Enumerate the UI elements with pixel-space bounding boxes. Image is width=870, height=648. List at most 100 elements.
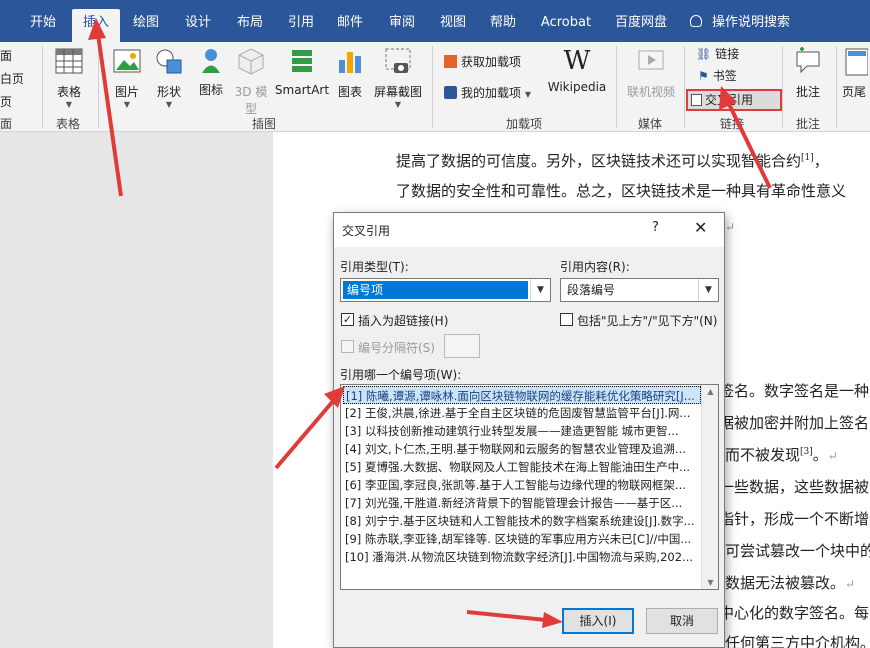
screenshot-button[interactable]: 屏幕截图 ▼ bbox=[372, 46, 424, 109]
tab-references[interactable]: 引用 bbox=[279, 9, 323, 42]
hyperlink-checkbox[interactable]: ✓ bbox=[341, 313, 354, 326]
bar-chart-icon bbox=[339, 52, 361, 73]
chart-button[interactable]: 图表 bbox=[332, 46, 368, 100]
search-label: 操作说明搜索 bbox=[712, 15, 791, 30]
tell-me-search[interactable]: 操作说明搜索 bbox=[690, 9, 790, 37]
header-button[interactable]: 页尾 bbox=[842, 46, 870, 100]
dialog-title: 交叉引用 bbox=[342, 224, 391, 238]
doc-line: 签名。数字签名是一种 bbox=[719, 382, 870, 400]
cross-reference-label: 交叉引用 bbox=[705, 93, 754, 107]
list-item[interactable]: [10] 潘海洪.从物流区块链到物流数字经济[J].中国物流与采购,202... bbox=[343, 548, 701, 566]
tab-view[interactable]: 视图 bbox=[431, 9, 475, 42]
group-label-comments: 批注 bbox=[796, 117, 821, 131]
picture-button[interactable]: 图片 ▼ bbox=[106, 46, 148, 109]
my-addins-button[interactable]: 我的加载项 ▼ bbox=[444, 84, 531, 101]
group-label-links: 链接 bbox=[720, 117, 745, 131]
icons-button[interactable]: 图标 bbox=[194, 46, 228, 97]
link-button[interactable]: ⛓ 链接 bbox=[696, 45, 739, 62]
3d-model-button[interactable]: 3D 模型 bbox=[232, 46, 270, 117]
lightbulb-icon bbox=[690, 15, 702, 27]
list-item[interactable]: [5] 夏博强.大数据、物联网及人工智能技术在海上智能油田生产中... bbox=[343, 458, 701, 476]
dialog-title-bar[interactable]: 交叉引用 ? ✕ bbox=[334, 213, 724, 247]
tab-baidu-netdisk[interactable]: 百度网盘 bbox=[609, 9, 673, 42]
link-label: 链接 bbox=[715, 47, 740, 61]
wikipedia-button[interactable]: W Wikipedia bbox=[546, 46, 608, 94]
comment-label: 批注 bbox=[795, 85, 820, 99]
bookmark-label: 书签 bbox=[712, 69, 737, 83]
get-addins-button[interactable]: 获取加载项 bbox=[444, 53, 521, 70]
header-icon bbox=[845, 48, 869, 76]
list-item[interactable]: [7] 刘光强,干胜道.新经济背景下的智能管理会计报告——基于区... bbox=[343, 494, 701, 512]
scroll-up-icon[interactable]: ▲ bbox=[702, 387, 718, 396]
help-button[interactable]: ? bbox=[652, 220, 659, 235]
tab-draw[interactable]: 绘图 bbox=[124, 9, 168, 42]
list-item[interactable]: [2] 王俊,洪晨,徐进.基于全自主区块链的危固废智慧监管平台[J].网... bbox=[343, 404, 701, 422]
close-icon[interactable]: ✕ bbox=[694, 218, 707, 237]
store-icon bbox=[444, 55, 457, 68]
separator-input[interactable] bbox=[444, 334, 480, 358]
which-item-label: 引用哪一个编号项(W): bbox=[340, 368, 462, 382]
cross-reference-icon bbox=[691, 94, 702, 106]
screenshot-label: 屏幕截图 bbox=[373, 85, 422, 99]
left-fragment[interactable]: 页 bbox=[0, 93, 12, 110]
divider bbox=[98, 46, 99, 128]
shapes-button[interactable]: 形状 ▼ bbox=[150, 46, 188, 109]
reference-content-label: 引用内容(R): bbox=[560, 260, 630, 274]
icons-icon bbox=[202, 49, 220, 73]
doc-line: 数据无法被篡改。↵ bbox=[725, 574, 856, 592]
insert-button[interactable]: 插入(I) bbox=[562, 608, 634, 634]
shapes-label: 形状 bbox=[156, 85, 181, 99]
cancel-button[interactable]: 取消 bbox=[646, 608, 718, 634]
scroll-down-icon[interactable]: ▼ bbox=[702, 578, 718, 587]
smartart-icon bbox=[292, 50, 312, 72]
shapes-icon bbox=[156, 49, 182, 74]
numbered-items-list[interactable]: [1] 陈曦,谭源,谭咏林.面向区块链物联网的缓存能耗优化策略研究[J... [… bbox=[340, 384, 719, 590]
chevron-down-icon: ▼ bbox=[698, 279, 718, 301]
chevron-down-icon: ▼ bbox=[394, 100, 402, 109]
reference-type-select[interactable]: 编号项 ▼ bbox=[340, 278, 551, 302]
link-icon: ⛓ bbox=[696, 47, 712, 61]
list-item[interactable]: [3] 以科技创新推动建筑行业转型发展——建造更智能 城市更智... bbox=[343, 422, 701, 440]
group-label-pages: 面 bbox=[0, 117, 13, 131]
list-scrollbar[interactable]: ▲ ▼ bbox=[701, 385, 718, 589]
chevron-down-icon: ▼ bbox=[530, 279, 550, 301]
hyperlink-label: 插入为超链接(H) bbox=[358, 314, 449, 328]
list-item[interactable]: [1] 陈曦,谭源,谭咏林.面向区块链物联网的缓存能耗优化策略研究[J... bbox=[343, 386, 701, 404]
my-addins-label: 我的加载项 bbox=[461, 86, 522, 100]
list-item[interactable]: [9] 陈赤联,李亚锋,胡军锋等. 区块链的军事应用方兴未已[C]//中国... bbox=[343, 530, 701, 548]
doc-line: 提高了数据的可信度。另外，区块链技术还可以实现智能合约[1]， bbox=[396, 152, 829, 170]
table-label: 表格 bbox=[56, 85, 81, 99]
online-video-button[interactable]: 联机视频 bbox=[624, 46, 678, 100]
chart-label: 图表 bbox=[337, 85, 362, 99]
tab-mailings[interactable]: 邮件 bbox=[328, 9, 372, 42]
list-item[interactable]: [8] 刘宁宁.基于区块链和人工智能技术的数字档案系统建设[J].数字... bbox=[343, 512, 701, 530]
left-fragment[interactable]: 白页 bbox=[0, 70, 24, 87]
doc-line: 一些数据，这些数据被 bbox=[719, 478, 870, 496]
video-icon bbox=[638, 50, 664, 70]
tab-acrobat[interactable]: Acrobat bbox=[535, 9, 597, 42]
smartart-button[interactable]: SmartArt bbox=[274, 46, 330, 97]
list-item[interactable]: [4] 刘文,卜仁杰,王明.基于物联网和云服务的智慧农业管理及追溯... bbox=[343, 440, 701, 458]
tab-home[interactable]: 开始 bbox=[18, 9, 68, 42]
chevron-down-icon: ▼ bbox=[165, 100, 173, 109]
cross-reference-button[interactable]: 交叉引用 bbox=[686, 89, 782, 111]
separator-checkbox[interactable] bbox=[341, 340, 354, 353]
doc-line: 任何第三方中介机构。 bbox=[725, 634, 870, 648]
tab-design[interactable]: 设计 bbox=[176, 9, 220, 42]
bookmark-button[interactable]: ⚑ 书签 bbox=[698, 67, 737, 84]
list-item[interactable]: [6] 李亚国,李冠良,张凯等.基于人工智能与边缘代理的物联网框架... bbox=[343, 476, 701, 494]
group-label-addins: 加载项 bbox=[506, 117, 543, 131]
left-fragment[interactable]: 面 bbox=[0, 47, 12, 64]
table-button[interactable]: 表格 ▼ bbox=[48, 46, 90, 109]
document-margin bbox=[0, 132, 273, 648]
tab-layout[interactable]: 布局 bbox=[228, 9, 272, 42]
separator-label: 编号分隔符(S) bbox=[358, 341, 435, 355]
tab-help[interactable]: 帮助 bbox=[481, 9, 525, 42]
above-below-checkbox[interactable] bbox=[560, 313, 573, 326]
comment-button[interactable]: 批注 bbox=[788, 46, 828, 100]
tab-review[interactable]: 审阅 bbox=[380, 9, 424, 42]
doc-line: 据被加密并附加上签名 bbox=[719, 414, 870, 432]
tab-insert[interactable]: 插入 bbox=[72, 9, 120, 42]
divider bbox=[432, 46, 433, 128]
reference-content-select[interactable]: 段落编号 ▼ bbox=[560, 278, 719, 302]
